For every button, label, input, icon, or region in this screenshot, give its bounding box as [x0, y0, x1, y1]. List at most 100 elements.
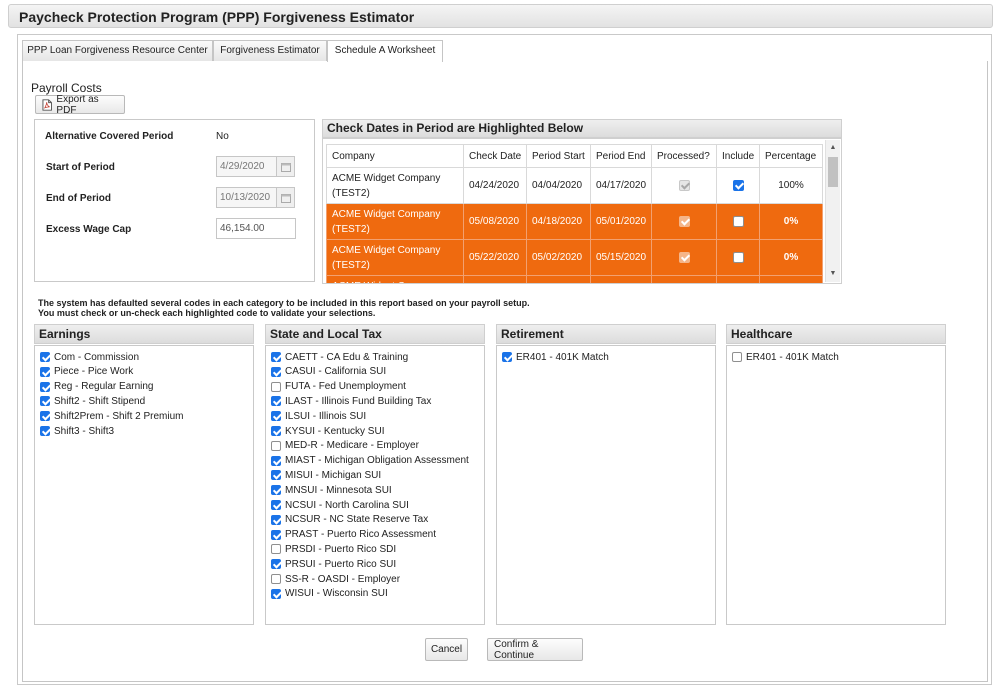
code-checkbox[interactable] — [271, 574, 281, 584]
code-item[interactable]: NCSUI - North Carolina SUI — [271, 498, 409, 512]
code-label: NCSUI - North Carolina SUI — [285, 499, 409, 511]
tab-forgiveness-estimator[interactable]: Forgiveness Estimator — [213, 40, 327, 61]
code-checkbox[interactable] — [271, 411, 281, 422]
tab-resource-center[interactable]: PPP Loan Forgiveness Resource Center — [22, 40, 213, 61]
code-checkbox[interactable] — [40, 381, 50, 392]
table-row[interactable]: ACME Widget Company (TEST2) 05/22/2020 05/… — [326, 239, 823, 276]
check-dates-scrollbar[interactable]: ▲ ▼ — [825, 140, 840, 282]
start-period-field[interactable]: 4/29/2020 — [216, 156, 277, 177]
code-checkbox[interactable] — [271, 544, 281, 555]
confirm-continue-button[interactable]: Confirm & Continue — [487, 638, 583, 661]
code-item[interactable]: PRAST - Puerto Rico Assessment — [271, 528, 436, 542]
code-item[interactable]: CAETT - CA Edu & Training — [271, 350, 408, 364]
include-cell — [716, 275, 760, 283]
code-item[interactable]: PRSDI - Puerto Rico SDI — [271, 542, 396, 556]
percentage-cell: 0% — [759, 203, 823, 240]
code-checkbox[interactable] — [271, 559, 281, 570]
include-checkbox[interactable] — [732, 179, 744, 191]
check-date-cell: 04/24/2020 — [463, 167, 527, 204]
col-check-date[interactable]: Check Date — [463, 144, 527, 168]
code-item[interactable]: ER401 - 401K Match — [502, 350, 609, 364]
code-checkbox[interactable] — [271, 440, 281, 451]
scroll-up-icon[interactable]: ▲ — [826, 142, 840, 154]
col-processed[interactable]: Processed? — [651, 144, 717, 168]
code-item[interactable]: FUTA - Fed Unemployment — [271, 380, 406, 394]
code-item[interactable]: WISUI - Wisconsin SUI — [271, 587, 388, 601]
code-checkbox[interactable] — [40, 426, 50, 436]
code-item[interactable]: MED-R - Medicare - Employer — [271, 439, 419, 453]
alt-period-value: No — [216, 131, 229, 142]
code-checkbox[interactable] — [271, 514, 281, 525]
col-period-end[interactable]: Period End — [590, 144, 652, 168]
code-checkbox[interactable] — [271, 529, 281, 540]
code-label: ILAST - Illinois Fund Building Tax — [285, 395, 432, 407]
code-item[interactable]: MISUI - Michigan SUI — [271, 468, 381, 482]
code-checkbox[interactable] — [732, 352, 742, 362]
healthcare-list: ER401 - 401K Match — [726, 345, 946, 625]
code-label: MNSUI - Minnesota SUI — [285, 484, 392, 496]
code-checkbox[interactable] — [271, 470, 281, 481]
code-checkbox[interactable] — [271, 455, 281, 466]
table-row[interactable]: ACME Widget Company (TEST2) — [326, 275, 823, 283]
code-checkbox[interactable] — [271, 366, 281, 377]
code-item[interactable]: MNSUI - Minnesota SUI — [271, 483, 392, 497]
include-checkbox[interactable] — [732, 251, 744, 263]
code-item[interactable]: Com - Commission — [40, 350, 139, 364]
export-pdf-button[interactable]: Export as PDF — [35, 94, 125, 116]
code-item[interactable]: Shift2Prem - Shift 2 Premium — [40, 409, 183, 423]
state-tax-list: CAETT - CA Edu & Training CASUI - Califor… — [265, 345, 485, 625]
table-row[interactable]: ACME Widget Company (TEST2) 04/24/2020 04/… — [326, 167, 823, 204]
code-checkbox[interactable] — [40, 366, 50, 377]
code-item[interactable]: Reg - Regular Earning — [40, 380, 154, 394]
include-checkbox[interactable] — [732, 215, 744, 227]
code-item[interactable]: CASUI - California SUI — [271, 365, 386, 379]
code-item[interactable]: Shift2 - Shift Stipend — [40, 394, 145, 408]
code-checkbox[interactable] — [502, 352, 512, 362]
code-item[interactable]: Piece - Pice Work — [40, 365, 133, 379]
code-checkbox[interactable] — [271, 381, 281, 392]
code-checkbox[interactable] — [40, 411, 50, 422]
code-checkbox[interactable] — [271, 485, 281, 496]
table-row[interactable]: ACME Widget Company (TEST2) 05/08/2020 04/… — [326, 203, 823, 240]
code-checkbox[interactable] — [40, 352, 50, 362]
end-period-label: End of Period — [46, 193, 111, 204]
col-company[interactable]: Company — [326, 144, 464, 168]
code-item[interactable]: ER401 - 401K Match — [732, 350, 839, 364]
code-checkbox[interactable] — [271, 396, 281, 407]
code-item[interactable]: Shift3 - Shift3 — [40, 424, 114, 438]
code-label: PRSDI - Puerto Rico SDI — [285, 543, 397, 555]
code-label: ILSUI - Illinois SUI — [285, 410, 367, 422]
code-item[interactable]: PRSUI - Puerto Rico SUI — [271, 557, 396, 571]
code-item[interactable]: KYSUI - Kentucky SUI — [271, 424, 384, 438]
col-include[interactable]: Include — [716, 144, 760, 168]
wage-cap-field[interactable]: 46,154.00 — [216, 218, 296, 239]
end-period-field[interactable]: 10/13/2020 — [216, 187, 277, 208]
scroll-down-icon[interactable]: ▼ — [826, 268, 840, 280]
code-item[interactable]: ILAST - Illinois Fund Building Tax — [271, 394, 431, 408]
processed-cell — [651, 203, 717, 240]
scroll-thumb[interactable] — [828, 157, 838, 187]
code-checkbox[interactable] — [40, 396, 50, 407]
code-label: Shift2Prem - Shift 2 Premium — [54, 410, 184, 422]
check-dates-header: Check Dates in Period are Highlighted Be… — [322, 119, 842, 138]
code-checkbox[interactable] — [271, 588, 281, 599]
retirement-header: Retirement — [496, 324, 716, 344]
cancel-button[interactable]: Cancel — [425, 638, 468, 661]
pdf-icon — [42, 98, 52, 111]
code-item[interactable]: ILSUI - Illinois SUI — [271, 409, 366, 423]
code-checkbox[interactable] — [271, 426, 281, 436]
company-cell: ACME Widget Company (TEST2) — [326, 239, 464, 276]
col-percentage[interactable]: Percentage — [759, 144, 823, 168]
code-checkbox[interactable] — [271, 500, 281, 510]
calendar-icon[interactable] — [277, 187, 295, 208]
code-item[interactable]: NCSUR - NC State Reserve Tax — [271, 513, 428, 527]
code-item[interactable]: MIAST - Michigan Obligation Assessment — [271, 454, 469, 468]
code-label: Reg - Regular Earning — [54, 381, 154, 393]
col-period-start[interactable]: Period Start — [526, 144, 591, 168]
tab-schedule-a-worksheet[interactable]: Schedule A Worksheet — [327, 40, 443, 62]
code-label: KYSUI - Kentucky SUI — [285, 425, 385, 437]
code-item[interactable]: SS-R - OASDI - Employer — [271, 572, 400, 586]
code-checkbox[interactable] — [271, 352, 281, 362]
code-label: CASUI - California SUI — [285, 366, 387, 378]
calendar-icon[interactable] — [277, 156, 295, 177]
